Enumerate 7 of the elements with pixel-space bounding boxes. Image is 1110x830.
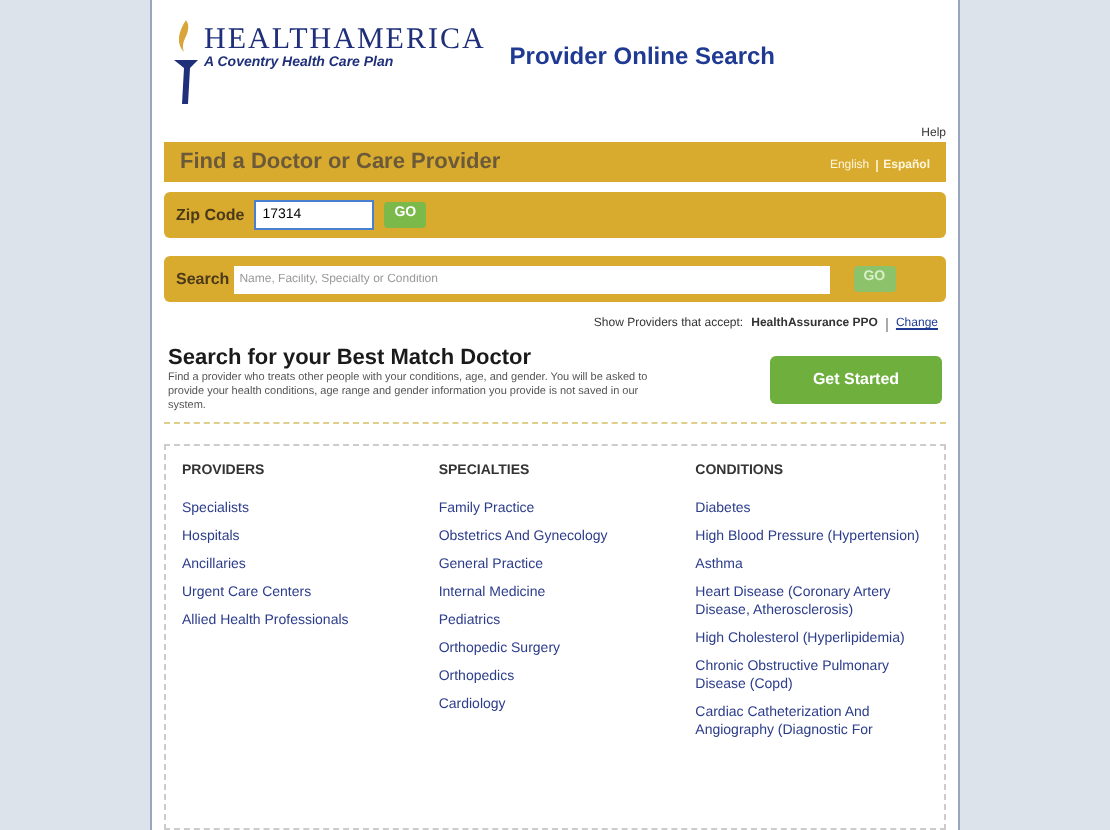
- search-label: Search: [176, 267, 230, 291]
- best-match-title: Search for your Best Match Doctor: [168, 346, 534, 372]
- find-bar-title: Find a Doctor or Care Provider: [180, 147, 501, 178]
- zip-code-label: Zip Code: [176, 203, 245, 227]
- torch-logo-icon: [172, 16, 200, 108]
- brand-name: HEALTHAMERICA: [204, 24, 486, 56]
- page-title: Provider Online Search: [509, 40, 775, 74]
